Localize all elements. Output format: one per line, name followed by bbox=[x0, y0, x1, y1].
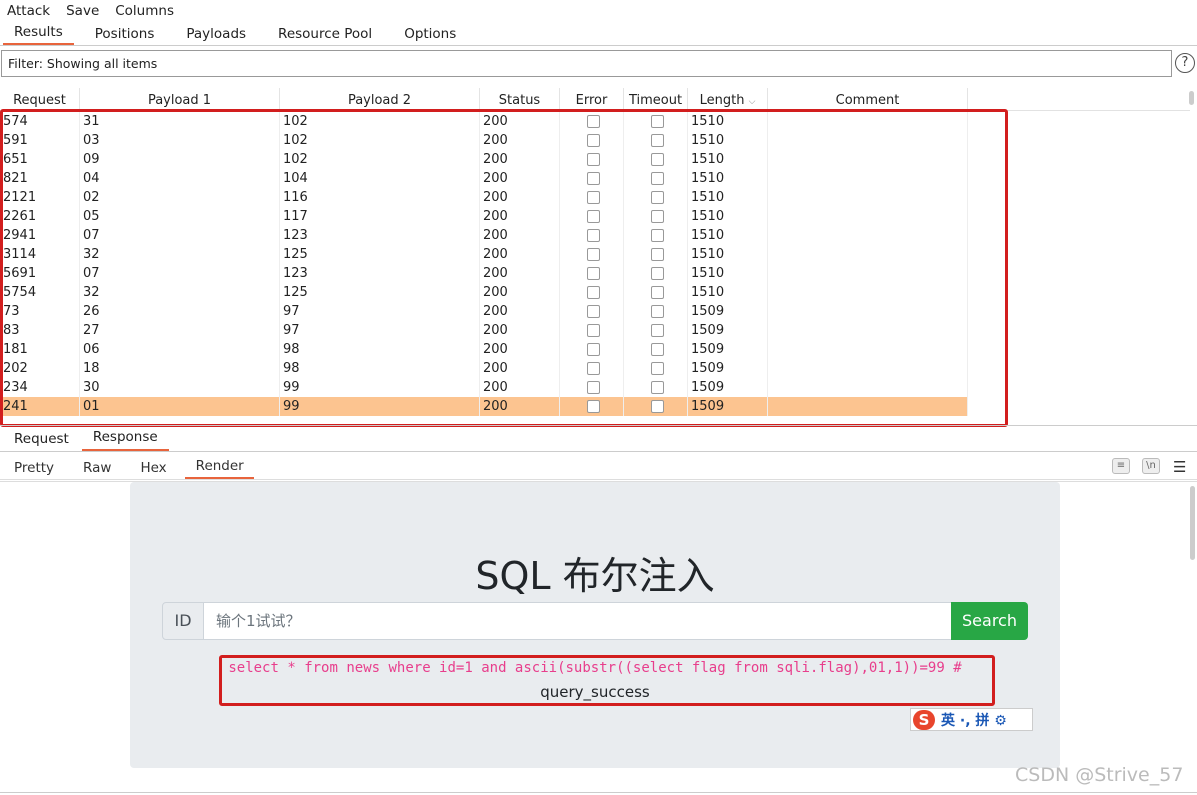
id-input[interactable]: 输个1试试？ bbox=[203, 602, 952, 640]
tab-options[interactable]: Options bbox=[393, 26, 467, 45]
ime-toolbar[interactable]: S 英 ·, 拼 ⚙ bbox=[910, 708, 1033, 731]
col-length-label: Length bbox=[699, 93, 745, 108]
col-length[interactable]: Length ⌵ bbox=[688, 88, 768, 111]
sort-desc-icon: ⌵ bbox=[748, 97, 756, 107]
col-status[interactable]: Status bbox=[480, 88, 560, 111]
message-tabs: Request Response bbox=[0, 428, 1197, 452]
render-scrollbar[interactable] bbox=[1190, 486, 1195, 560]
highlight-box-table bbox=[0, 109, 1008, 427]
newline-icon[interactable]: \n bbox=[1142, 458, 1160, 474]
table-scrollbar[interactable] bbox=[1189, 91, 1194, 105]
bottom-border bbox=[0, 792, 1197, 793]
tab-pretty[interactable]: Pretty bbox=[3, 460, 64, 479]
tab-response[interactable]: Response bbox=[81, 429, 169, 451]
menu-save[interactable]: Save bbox=[66, 3, 99, 19]
col-request[interactable]: Request bbox=[0, 88, 80, 111]
menu-icon[interactable]: ☰ bbox=[1173, 458, 1186, 476]
divider bbox=[0, 425, 1197, 426]
tab-positions[interactable]: Positions bbox=[84, 26, 166, 45]
view-tabs: Pretty Raw Hex Render bbox=[0, 456, 1197, 480]
tab-raw[interactable]: Raw bbox=[72, 460, 121, 479]
col-error[interactable]: Error bbox=[560, 88, 624, 111]
tab-payloads[interactable]: Payloads bbox=[175, 26, 257, 45]
menu-attack[interactable]: Attack bbox=[7, 3, 50, 19]
highlight-box-sql bbox=[219, 655, 995, 706]
tab-resource-pool[interactable]: Resource Pool bbox=[267, 26, 383, 45]
filter-bar[interactable]: Filter: Showing all items bbox=[1, 50, 1172, 77]
tab-results[interactable]: Results bbox=[3, 24, 74, 45]
ime-text: 英 ·, 拼 ⚙ bbox=[941, 712, 1007, 729]
col-payload2[interactable]: Payload 2 bbox=[280, 88, 480, 111]
tab-request[interactable]: Request bbox=[3, 431, 80, 451]
help-icon[interactable]: ? bbox=[1175, 53, 1195, 73]
col-comment[interactable]: Comment bbox=[768, 88, 968, 111]
wrap-icon[interactable]: ≡ bbox=[1112, 458, 1130, 474]
search-button[interactable]: Search bbox=[951, 602, 1028, 640]
id-label: ID bbox=[162, 602, 204, 640]
col-payload1[interactable]: Payload 1 bbox=[80, 88, 280, 111]
tab-render[interactable]: Render bbox=[184, 458, 254, 479]
menu-bar: Attack Save Columns bbox=[0, 0, 1197, 21]
table-header: Request Payload 1 Payload 2 Status Error… bbox=[0, 88, 1190, 111]
tab-hex[interactable]: Hex bbox=[129, 460, 176, 479]
page-title: SQL 布尔注入 bbox=[475, 554, 715, 598]
watermark: CSDN @Strive_57 bbox=[1015, 764, 1184, 786]
col-timeout[interactable]: Timeout bbox=[624, 88, 688, 111]
sogou-logo-icon: S bbox=[913, 709, 935, 730]
main-tabs: Results Positions Payloads Resource Pool… bbox=[0, 22, 1197, 46]
menu-columns[interactable]: Columns bbox=[115, 3, 174, 19]
